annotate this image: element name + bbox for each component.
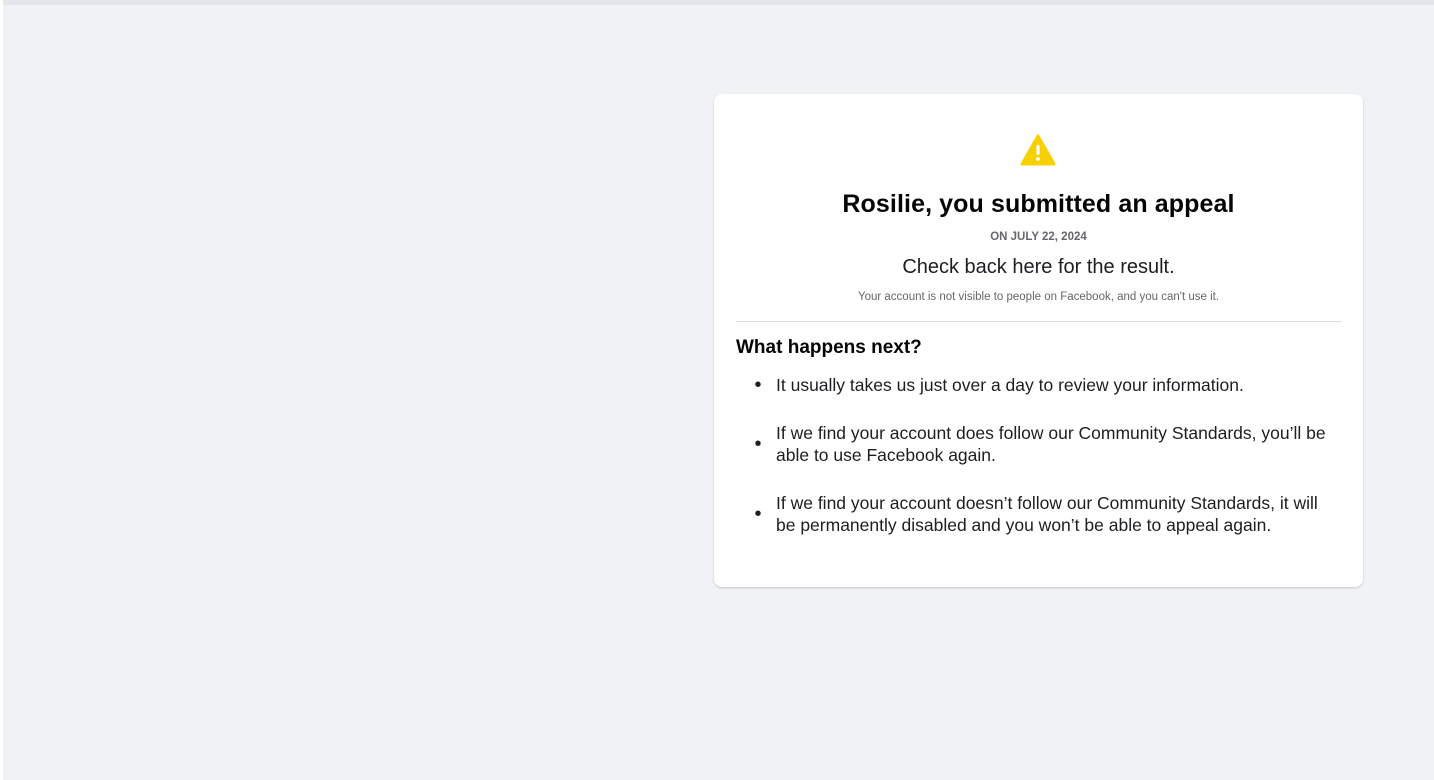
list-item-text: If we find your account doesn’t follow o… (776, 493, 1318, 535)
left-edge (0, 0, 3, 780)
next-steps-heading: What happens next? (736, 337, 922, 358)
appeal-date: ON JULY 22, 2024 (990, 231, 1087, 243)
warning-triangle-icon (1020, 134, 1056, 166)
list-item: • If we find your account does follow ou… (736, 422, 1341, 466)
list-item: • If we find your account doesn’t follow… (736, 492, 1341, 536)
bullet-dot: • (754, 433, 762, 455)
bullet-dot: • (754, 503, 762, 525)
list-item: • It usually takes us just over a day to… (736, 374, 1341, 396)
divider (736, 321, 1341, 322)
status-subtitle: Check back here for the result. (902, 256, 1175, 278)
appeal-status-card: Rosilie, you submitted an appeal ON JULY… (714, 94, 1363, 587)
list-item-text: It usually takes us just over a day to r… (776, 375, 1244, 395)
top-strip (0, 0, 1434, 5)
bullet-dot: • (754, 374, 762, 396)
account-visibility-note: Your account is not visible to people on… (857, 291, 1220, 303)
list-item-text: If we find your account does follow our … (776, 423, 1326, 465)
page-title: Rosilie, you submitted an appeal (842, 190, 1235, 218)
